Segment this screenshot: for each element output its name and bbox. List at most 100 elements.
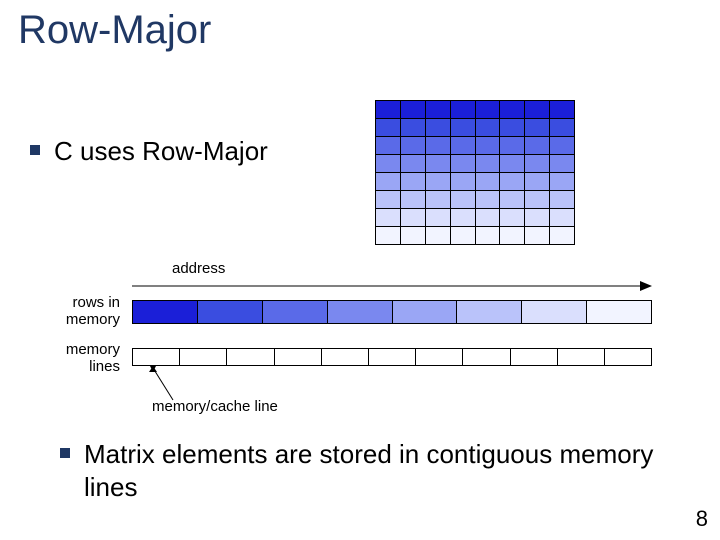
matrix-cell (451, 155, 476, 172)
rows-label-line2: memory (66, 311, 120, 328)
slide-title: Row-Major (18, 8, 211, 53)
matrix-cell (525, 191, 550, 208)
page-number: 8 (696, 506, 708, 532)
matrix-cell (550, 173, 574, 190)
matrix-cell (550, 119, 574, 136)
matrix-cell (525, 173, 550, 190)
memory-line-segment (416, 349, 463, 365)
matrix-cell (525, 155, 550, 172)
memory-line-segment (322, 349, 369, 365)
matrix-cell (550, 155, 574, 172)
matrix-cell (401, 137, 426, 154)
address-label: address (172, 260, 225, 277)
matrix-cell (401, 173, 426, 190)
matrix-cell (426, 101, 451, 118)
matrix-cell (426, 155, 451, 172)
memory-line-segment (133, 349, 180, 365)
matrix-cell (451, 191, 476, 208)
matrix-cell (401, 191, 426, 208)
cache-line-pointer-icon (145, 366, 185, 402)
matrix-cell (500, 155, 525, 172)
matrix-cell (476, 119, 501, 136)
memlines-label-line1: memory (66, 341, 120, 358)
matrix-cell (401, 227, 426, 244)
memory-line-segment (275, 349, 322, 365)
matrix-cell (550, 191, 574, 208)
matrix-cell (500, 137, 525, 154)
matrix-cell (500, 173, 525, 190)
rows-bar-segment (263, 301, 328, 323)
matrix-cell (401, 119, 426, 136)
rows-bar-segment (133, 301, 198, 323)
memory-line-segment (463, 349, 510, 365)
bullet-1: C uses Row-Major (30, 135, 268, 168)
matrix-row (376, 119, 575, 137)
matrix-cell (500, 209, 525, 226)
matrix-cell (476, 137, 501, 154)
matrix-cell (550, 137, 574, 154)
matrix-cell (401, 209, 426, 226)
matrix-cell (451, 119, 476, 136)
cache-line-label: memory/cache line (152, 398, 278, 415)
matrix-cell (451, 137, 476, 154)
matrix-cell (476, 209, 501, 226)
matrix-cell (376, 101, 401, 118)
matrix-cell (376, 119, 401, 136)
matrix-cell (525, 137, 550, 154)
matrix-cell (376, 209, 401, 226)
memory-line-segment (558, 349, 605, 365)
rows-in-memory-label: rows in memory (40, 295, 120, 328)
memory-lines-bar (132, 348, 652, 366)
matrix-cell (376, 173, 401, 190)
matrix-cell (426, 173, 451, 190)
matrix-row (376, 227, 575, 245)
matrix-cell (525, 119, 550, 136)
rows-label-line1: rows in (72, 294, 120, 311)
matrix-cell (426, 191, 451, 208)
matrix-cell (451, 173, 476, 190)
matrix-row (376, 101, 575, 119)
matrix-cell (525, 227, 550, 244)
bullet-icon (30, 145, 40, 155)
memory-line-segment (227, 349, 274, 365)
matrix-row (376, 137, 575, 155)
bullet-2-text: Matrix elements are stored in contiguous… (84, 438, 670, 503)
matrix-row (376, 173, 575, 191)
memory-line-segment (180, 349, 227, 365)
matrix-cell (476, 227, 501, 244)
matrix-cell (401, 101, 426, 118)
matrix-cell (376, 227, 401, 244)
matrix-row (376, 191, 575, 209)
matrix-cell (550, 227, 574, 244)
address-arrow-icon (132, 278, 652, 294)
matrix-row (376, 209, 575, 227)
memory-line-segment (511, 349, 558, 365)
matrix-cell (426, 227, 451, 244)
matrix-cell (376, 191, 401, 208)
rows-bar-segment (393, 301, 458, 323)
matrix-cell (500, 101, 525, 118)
matrix-cell (500, 191, 525, 208)
matrix-cell (525, 101, 550, 118)
matrix-grid (375, 100, 575, 245)
matrix-cell (426, 209, 451, 226)
rows-bar-segment (522, 301, 587, 323)
matrix-cell (550, 209, 574, 226)
rows-bar-segment (457, 301, 522, 323)
memory-line-segment (369, 349, 416, 365)
memory-lines-label: memory lines (40, 342, 120, 375)
matrix-cell (426, 119, 451, 136)
matrix-cell (500, 119, 525, 136)
matrix-cell (426, 137, 451, 154)
matrix-cell (525, 209, 550, 226)
matrix-cell (500, 227, 525, 244)
bullet-1-text: C uses Row-Major (54, 135, 268, 168)
matrix-cell (376, 137, 401, 154)
matrix-cell (476, 155, 501, 172)
matrix-cell (401, 155, 426, 172)
matrix-cell (476, 101, 501, 118)
rows-in-memory-bar (132, 300, 652, 324)
matrix-cell (550, 101, 574, 118)
memlines-label-line2: lines (89, 358, 120, 375)
bullet-icon (60, 448, 70, 458)
